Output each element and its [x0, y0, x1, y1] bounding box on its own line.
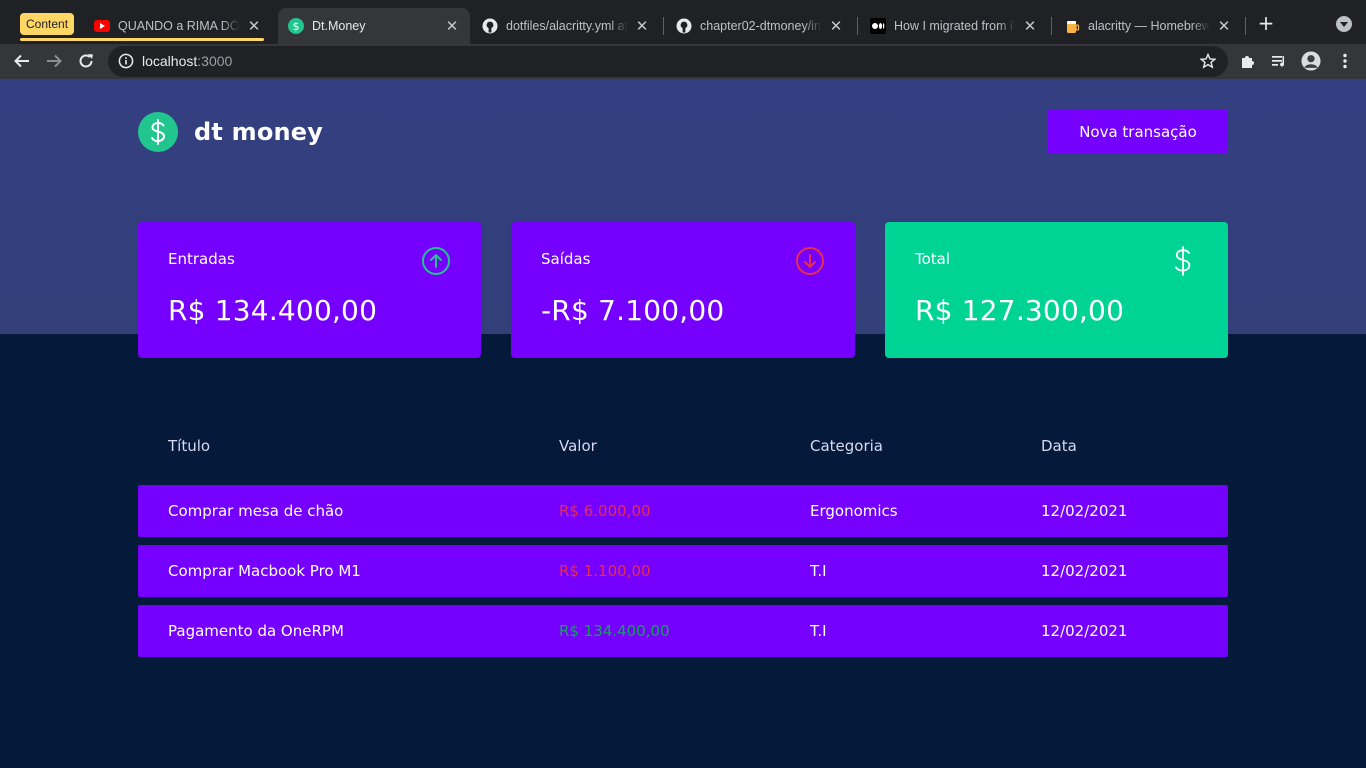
tab-separator [1245, 17, 1246, 35]
transaction-value: R$ 134.400,00 [559, 622, 670, 640]
tab-medium[interactable]: How I migrated from iT ✕ [860, 8, 1048, 44]
tab-youtube[interactable]: QUANDO a RIMA DÓI n ✕ [84, 8, 272, 44]
tab-separator [857, 17, 858, 35]
url-host: localhost [142, 53, 198, 69]
outcome-card: Saídas -R$ 7.100,00 [511, 222, 855, 358]
address-bar[interactable]: localhost:3000 [108, 46, 1228, 77]
github-icon [482, 18, 498, 34]
transaction-category: T.I [810, 562, 827, 580]
transaction-value: R$ 1.100,00 [559, 562, 651, 580]
url-text: localhost:3000 [142, 53, 232, 69]
tab-search-icon[interactable] [1336, 16, 1352, 32]
total-card: Total R$ 127.300,00 [885, 222, 1228, 358]
close-icon[interactable]: ✕ [828, 17, 844, 35]
transaction-title: Comprar Macbook Pro M1 [168, 562, 361, 580]
transaction-date: 12/02/2021 [1041, 562, 1128, 580]
extensions-icon[interactable] [1238, 51, 1258, 71]
column-header-date: Data [1041, 437, 1077, 455]
tab-title: How I migrated from iT [894, 19, 1016, 33]
dollar-icon: $ [288, 18, 304, 34]
browser-toolbar: localhost:3000 [0, 44, 1366, 79]
tab-title: QUANDO a RIMA DÓI n [118, 19, 240, 33]
close-icon[interactable]: ✕ [1022, 17, 1038, 35]
table-header: Título Valor Categoria Data [138, 437, 1228, 467]
tab-group-chip[interactable]: Content [20, 13, 75, 35]
income-card: Entradas R$ 134.400,00 [138, 222, 481, 358]
transaction-title: Pagamento da OneRPM [168, 622, 344, 640]
income-label: Entradas [168, 250, 235, 268]
page-content: dt money Nova transação Entradas R$ 134.… [0, 79, 1366, 768]
tab-github-chapter02[interactable]: chapter02-dtmoney/ind ✕ [666, 8, 854, 44]
total-label: Total [915, 250, 951, 268]
browser-tabstrip: Content QUANDO a RIMA DÓI n ✕ $ Dt.Money… [0, 0, 1366, 44]
transaction-date: 12/02/2021 [1041, 622, 1128, 640]
table-row: Comprar mesa de chão R$ 6.000,00 Ergonom… [138, 485, 1228, 537]
tab-title: alacritty — Homebrew [1088, 19, 1210, 33]
transaction-date: 12/02/2021 [1041, 502, 1128, 520]
homebrew-icon [1064, 18, 1080, 34]
column-header-value: Valor [559, 437, 597, 455]
tab-title: Dt.Money [312, 19, 366, 33]
transaction-category: T.I [810, 622, 827, 640]
arrow-down-circle-icon [796, 247, 824, 275]
brand-logo: dt money [138, 112, 323, 152]
transaction-category: Ergonomics [810, 502, 898, 520]
close-icon[interactable]: ✕ [1216, 17, 1232, 35]
column-header-title: Título [168, 437, 211, 455]
dollar-icon [1175, 246, 1191, 276]
column-header-category: Categoria [810, 437, 884, 455]
transaction-value: R$ 6.000,00 [559, 502, 651, 520]
close-icon[interactable]: ✕ [634, 17, 650, 35]
medium-icon [870, 18, 886, 34]
table-row: Comprar Macbook Pro M1 R$ 1.100,00 T.I 1… [138, 545, 1228, 597]
outcome-amount: -R$ 7.100,00 [541, 294, 725, 327]
tab-dtmoney[interactable]: $ Dt.Money ✕ [278, 8, 470, 44]
dollar-icon [138, 112, 178, 152]
tab-separator [1051, 17, 1052, 35]
site-info-icon[interactable] [118, 53, 134, 73]
tab-github-dotfiles[interactable]: dotfiles/alacritty.yml at ✕ [472, 8, 660, 44]
income-amount: R$ 134.400,00 [168, 294, 378, 327]
youtube-icon [94, 18, 110, 34]
media-queue-icon[interactable] [1269, 51, 1289, 71]
transaction-title: Comprar mesa de chão [168, 502, 344, 520]
browser-menu-icon[interactable] [1335, 51, 1355, 71]
tab-homebrew[interactable]: alacritty — Homebrew ✕ [1054, 8, 1242, 44]
url-port: :3000 [197, 53, 233, 69]
bookmark-star-icon[interactable] [1199, 52, 1217, 73]
reload-icon[interactable] [74, 49, 98, 73]
profile-avatar-icon[interactable] [1301, 51, 1321, 71]
close-icon[interactable]: ✕ [246, 17, 262, 35]
total-amount: R$ 127.300,00 [915, 294, 1125, 327]
arrow-up-circle-icon [422, 247, 450, 275]
forward-icon[interactable] [42, 49, 66, 73]
back-icon[interactable] [10, 49, 34, 73]
tab-title: dotfiles/alacritty.yml at [506, 19, 628, 33]
table-row: Pagamento da OneRPM R$ 134.400,00 T.I 12… [138, 605, 1228, 657]
transactions-table: Título Valor Categoria Data Comprar mesa… [138, 437, 1228, 665]
new-tab-button[interactable]: + [1256, 12, 1276, 36]
tab-title: chapter02-dtmoney/ind [700, 19, 822, 33]
tab-separator [663, 17, 664, 35]
brand-name: dt money [194, 118, 324, 146]
new-transaction-button[interactable]: Nova transação [1048, 109, 1228, 154]
svg-text:$: $ [293, 20, 300, 33]
github-icon [676, 18, 692, 34]
close-icon[interactable]: ✕ [444, 17, 460, 35]
outcome-label: Saídas [541, 250, 591, 268]
